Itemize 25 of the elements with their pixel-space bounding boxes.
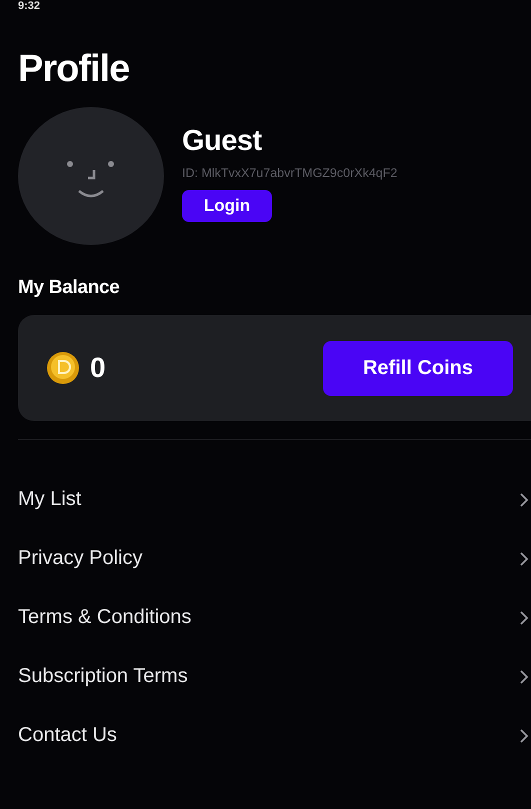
section-heading: My Balance [18,277,121,299]
menu-item[interactable]: Terms & Conditions [0,588,531,647]
coin-balance: 0 [90,352,107,384]
menu-item[interactable]: Subscription Terms [0,647,531,706]
user-id: ID: MlkTvxX7u7abvrTMGZ9c0rXk4qF2 [182,166,398,180]
menu-item-label: Privacy Policy [18,547,142,570]
user-name: Guest [182,125,263,158]
menu-item-label: Subscription Terms [18,665,188,688]
avatar-icon [18,107,164,245]
chevron-right-icon [519,610,529,626]
menu-item[interactable]: Contact Us [0,706,531,765]
refill-coins-button[interactable]: Refill Coins [323,340,513,396]
menu-item-label: My List [18,488,82,511]
chevron-right-icon [519,492,529,508]
login-button[interactable]: Login [182,190,272,222]
status-time: 9:32 [18,0,40,12]
menu-item[interactable]: My List [0,470,531,529]
chevron-right-icon [519,668,529,684]
menu-item[interactable]: Privacy Policy [0,529,531,588]
menu-item-label: Contact Us [18,724,117,747]
chevron-right-icon [519,728,529,744]
menu-item-label: Terms & Conditions [18,606,192,629]
page-title: Profile [18,48,130,91]
coin-icon [46,351,80,385]
chevron-right-icon [519,550,529,566]
